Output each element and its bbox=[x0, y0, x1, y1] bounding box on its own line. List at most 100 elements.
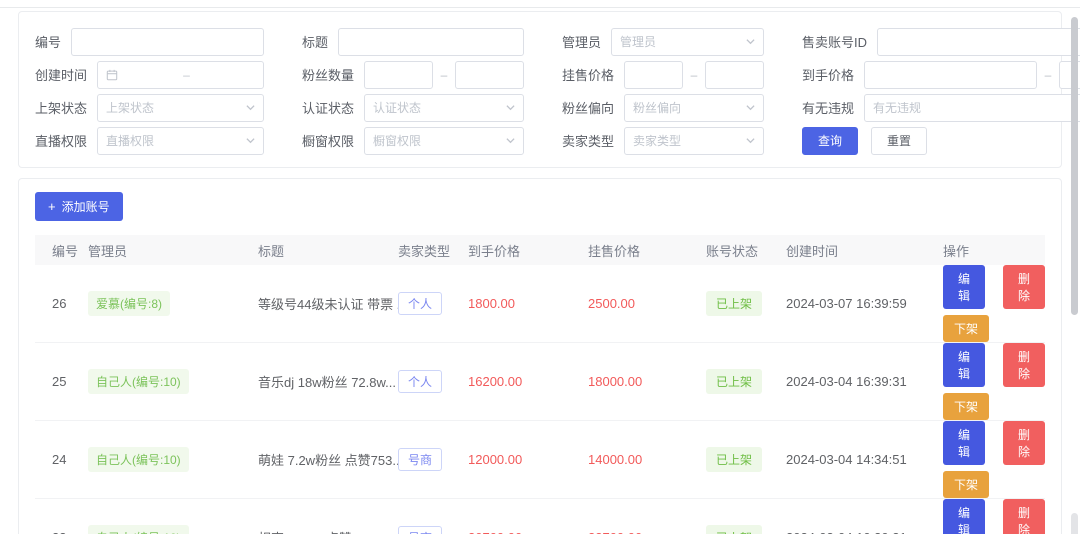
window-permission-placeholder: 橱窗权限 bbox=[373, 132, 502, 149]
violation-select[interactable]: 有无违规 bbox=[864, 94, 1080, 122]
fans-bias-label: 粉丝偏向 bbox=[562, 98, 614, 117]
live-permission-label: 直播权限 bbox=[35, 131, 87, 150]
chevron-down-icon bbox=[506, 103, 515, 112]
seller-type-label: 卖家类型 bbox=[562, 131, 614, 150]
filter-field-live-permission: 直播权限 直播权限 bbox=[35, 127, 302, 155]
listing-price-max-input[interactable] bbox=[705, 61, 764, 89]
created-at-label: 创建时间 bbox=[35, 65, 87, 84]
delete-button[interactable]: 删除 bbox=[1003, 421, 1045, 465]
row-id: 26 bbox=[35, 265, 88, 343]
violation-placeholder: 有无违规 bbox=[873, 99, 1080, 116]
row-title: 等级号44级未认证 带票 ... bbox=[258, 265, 398, 343]
verify-status-placeholder: 认证状态 bbox=[373, 99, 502, 116]
reset-button[interactable]: 重置 bbox=[871, 127, 927, 155]
row-id: 24 bbox=[35, 421, 88, 499]
unlist-button[interactable]: 下架 bbox=[943, 315, 989, 342]
add-account-button[interactable]: + 添加账号 bbox=[35, 192, 123, 221]
header-seller-type: 卖家类型 bbox=[398, 235, 468, 265]
filter-field-violation: 有无违规 有无违规 bbox=[802, 94, 1080, 122]
final-price-value: 16200.00 bbox=[468, 343, 588, 421]
created-at-range-picker[interactable]: – bbox=[97, 61, 264, 89]
row-id: 23 bbox=[35, 499, 88, 534]
accounts-table-panel: + 添加账号 编号 管理员 标题 卖家类型 到手价格 挂售价格 账号状态 创建时… bbox=[18, 178, 1062, 534]
listing-price-value: 2500.00 bbox=[588, 265, 706, 343]
listing-price-value: 23700.00 bbox=[588, 499, 706, 534]
vertical-scrollbar-lower-thumb[interactable] bbox=[1071, 513, 1078, 534]
calendar-icon bbox=[106, 69, 118, 81]
delete-button[interactable]: 删除 bbox=[1003, 343, 1045, 387]
edit-button[interactable]: 编辑 bbox=[943, 421, 985, 465]
page-top-divider bbox=[0, 7, 1080, 8]
seller-type-tag: 个人 bbox=[398, 292, 442, 315]
id-label: 编号 bbox=[35, 32, 61, 51]
filter-buttons: 查询 重置 bbox=[802, 127, 1080, 155]
fans-bias-select[interactable]: 粉丝偏向 bbox=[624, 94, 764, 122]
edit-button[interactable]: 编辑 bbox=[943, 265, 985, 309]
filter-field-seller-type: 卖家类型 卖家类型 bbox=[562, 127, 802, 155]
window-permission-label: 橱窗权限 bbox=[302, 131, 354, 150]
listing-price-min-input[interactable] bbox=[624, 61, 683, 89]
unlist-button[interactable]: 下架 bbox=[943, 471, 989, 498]
plus-icon: + bbox=[48, 199, 56, 214]
final-price-label: 到手价格 bbox=[802, 65, 854, 84]
row-title: 音乐dj 18w粉丝 72.8w... bbox=[258, 343, 398, 421]
header-actions: 操作 bbox=[943, 235, 1045, 265]
live-permission-select[interactable]: 直播权限 bbox=[97, 127, 264, 155]
sell-account-id-input[interactable] bbox=[877, 28, 1080, 56]
fans-count-max-input[interactable] bbox=[455, 61, 524, 89]
admin-select[interactable]: 管理员 bbox=[611, 28, 764, 56]
filter-field-verify-status: 认证状态 认证状态 bbox=[302, 94, 562, 122]
search-button[interactable]: 查询 bbox=[802, 127, 858, 155]
header-status: 账号状态 bbox=[706, 235, 786, 265]
edit-button[interactable]: 编辑 bbox=[943, 499, 985, 534]
filter-field-window-permission: 橱窗权限 橱窗权限 bbox=[302, 127, 562, 155]
created-at-value: 2024-03-04 14:34:51 bbox=[786, 421, 943, 499]
chevron-down-icon bbox=[506, 136, 515, 145]
date-range-separator: – bbox=[118, 68, 255, 82]
seller-type-tag: 号商 bbox=[398, 526, 442, 534]
fans-count-separator: – bbox=[433, 68, 455, 82]
filter-field-listing-price: 挂售价格 – bbox=[562, 61, 802, 89]
header-admin: 管理员 bbox=[88, 235, 258, 265]
row-title: 相声 18.4w 点赞68.7w ... bbox=[258, 499, 398, 534]
chevron-down-icon bbox=[246, 136, 255, 145]
admin-badge: 爱慕(编号:8) bbox=[88, 291, 170, 316]
status-badge: 已上架 bbox=[706, 369, 762, 394]
delete-button[interactable]: 删除 bbox=[1003, 265, 1045, 309]
header-listing-price: 挂售价格 bbox=[588, 235, 706, 265]
table-row: 26 爱慕(编号:8) 等级号44级未认证 带票 ... 个人 1800.00 … bbox=[35, 265, 1045, 343]
filter-field-title: 标题 bbox=[302, 28, 562, 56]
header-final-price: 到手价格 bbox=[468, 235, 588, 265]
admin-badge: 自己人(编号:10) bbox=[88, 447, 189, 472]
admin-badge: 自己人(编号:10) bbox=[88, 369, 189, 394]
edit-button[interactable]: 编辑 bbox=[943, 343, 985, 387]
admin-select-placeholder: 管理员 bbox=[620, 33, 742, 50]
listing-price-value: 14000.00 bbox=[588, 421, 706, 499]
listing-status-placeholder: 上架状态 bbox=[106, 99, 242, 116]
vertical-scrollbar-thumb[interactable] bbox=[1071, 17, 1078, 315]
title-input[interactable] bbox=[338, 28, 524, 56]
fans-count-min-input[interactable] bbox=[364, 61, 433, 89]
accounts-table: 编号 管理员 标题 卖家类型 到手价格 挂售价格 账号状态 创建时间 操作 26… bbox=[35, 235, 1045, 534]
created-at-value: 2024-03-04 16:39:31 bbox=[786, 343, 943, 421]
final-price-min-input[interactable] bbox=[864, 61, 1037, 89]
delete-button[interactable]: 删除 bbox=[1003, 499, 1045, 534]
listing-status-select[interactable]: 上架状态 bbox=[97, 94, 264, 122]
seller-type-tag: 号商 bbox=[398, 448, 442, 471]
header-title: 标题 bbox=[258, 235, 398, 265]
title-label: 标题 bbox=[302, 32, 328, 51]
listing-price-separator: – bbox=[683, 68, 705, 82]
status-badge: 已上架 bbox=[706, 447, 762, 472]
verify-status-select[interactable]: 认证状态 bbox=[364, 94, 524, 122]
header-created-at: 创建时间 bbox=[786, 235, 943, 265]
created-at-value: 2024-03-07 16:39:59 bbox=[786, 265, 943, 343]
window-permission-select[interactable]: 橱窗权限 bbox=[364, 127, 524, 155]
header-id: 编号 bbox=[35, 235, 88, 265]
unlist-button[interactable]: 下架 bbox=[943, 393, 989, 420]
status-badge: 已上架 bbox=[706, 525, 762, 534]
filter-field-id: 编号 bbox=[35, 28, 302, 56]
violation-label: 有无违规 bbox=[802, 98, 854, 117]
seller-type-select[interactable]: 卖家类型 bbox=[624, 127, 764, 155]
id-input[interactable] bbox=[71, 28, 264, 56]
chevron-down-icon bbox=[746, 136, 755, 145]
